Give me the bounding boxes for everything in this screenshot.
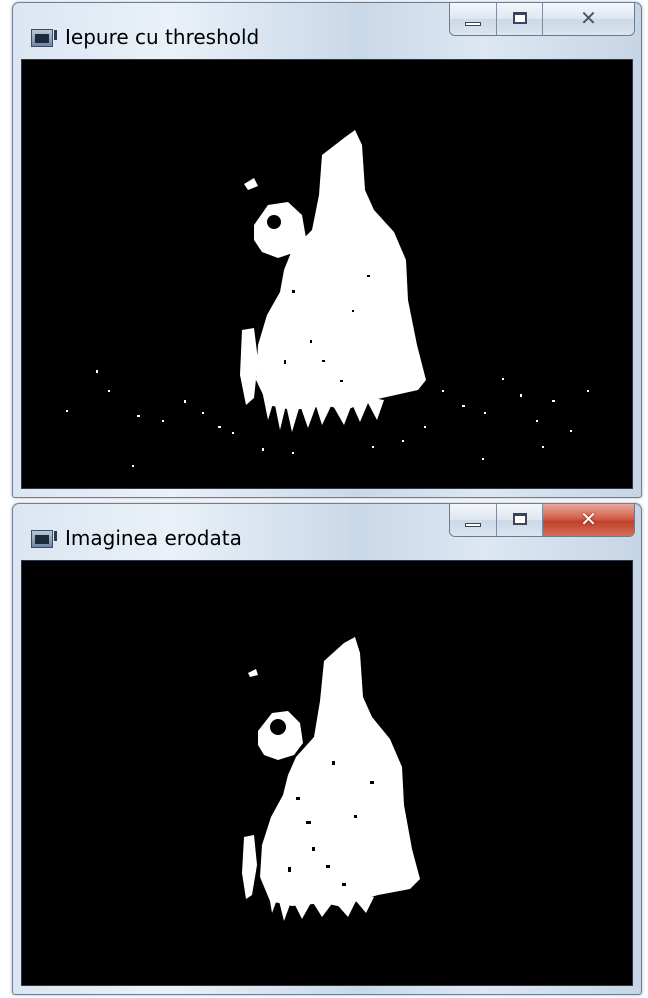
maximize-button[interactable] <box>496 504 542 536</box>
rabbit-eroded-picture <box>22 561 632 981</box>
close-icon: ✕ <box>580 6 597 30</box>
threshold-window: Iepure cu threshold ✕ <box>12 2 642 498</box>
close-button[interactable]: ✕ <box>542 3 634 35</box>
close-button[interactable]: ✕ <box>542 504 634 536</box>
minimize-button[interactable] <box>450 504 496 536</box>
maximize-button[interactable] <box>496 3 542 35</box>
maximize-icon <box>513 12 527 24</box>
window-controls: ✕ <box>449 3 635 36</box>
window-title: Iepure cu threshold <box>65 25 260 49</box>
app-window-icon[interactable] <box>31 29 57 47</box>
eroded-image <box>21 560 633 986</box>
threshold-image <box>21 59 633 489</box>
eroded-window: Imaginea erodata ✕ <box>12 503 642 995</box>
minimize-button[interactable] <box>450 3 496 35</box>
rabbit-threshold-picture <box>22 60 632 484</box>
close-icon: ✕ <box>580 507 597 531</box>
window-title: Imaginea erodata <box>65 526 242 550</box>
minimize-icon <box>465 22 481 26</box>
window-controls: ✕ <box>449 504 635 537</box>
title-bar[interactable]: Iepure cu threshold ✕ <box>13 3 641 59</box>
title-bar[interactable]: Imaginea erodata ✕ <box>13 504 641 560</box>
minimize-icon <box>465 523 481 527</box>
maximize-icon <box>513 513 527 525</box>
app-window-icon[interactable] <box>31 530 57 548</box>
